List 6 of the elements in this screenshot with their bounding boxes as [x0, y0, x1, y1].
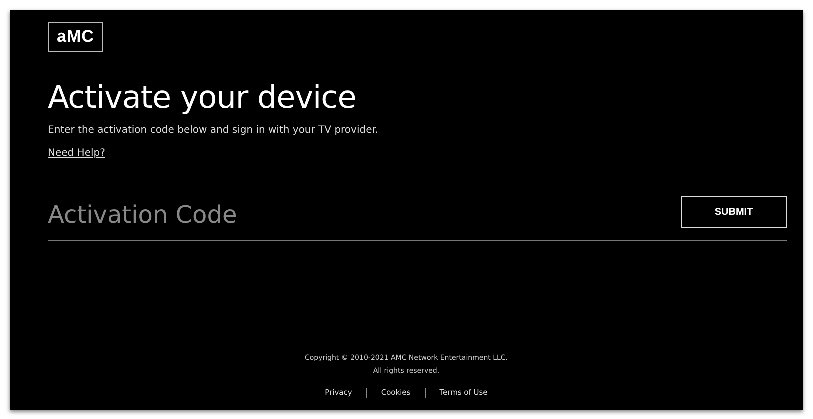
help-link[interactable]: Need Help? [48, 147, 106, 161]
activation-code-field[interactable]: Activation Code [48, 201, 681, 229]
logo: aMC [48, 22, 104, 52]
page-title: Activate your device [48, 80, 358, 116]
submit-button[interactable]: SUBMIT [681, 196, 787, 228]
instructions-text: Enter the activation code below and sign in with your TV provider. [48, 124, 380, 138]
